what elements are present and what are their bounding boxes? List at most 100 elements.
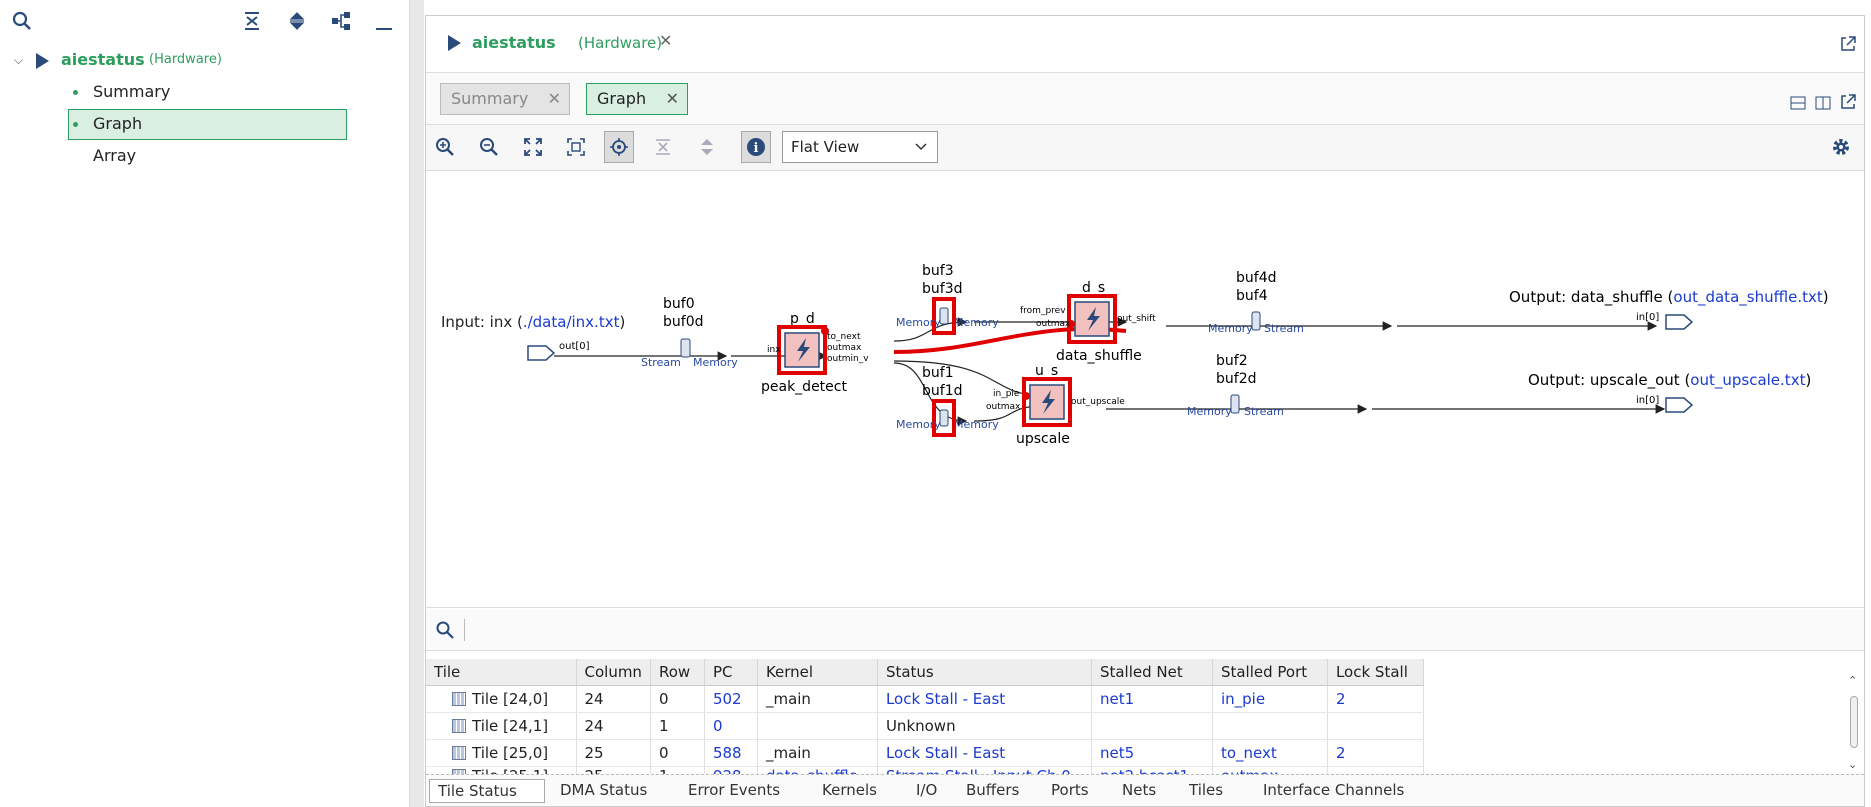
- split-vertical-icon[interactable]: [1815, 95, 1831, 114]
- link-cell[interactable]: net1: [1091, 685, 1213, 713]
- link-cell[interactable]: 502: [704, 685, 758, 713]
- kernel-peak-detect[interactable]: p_d peak_detect inx to_next outmax outmi…: [761, 311, 869, 395]
- tile-icon: [452, 745, 466, 760]
- buffer-buf0[interactable]: buf0 buf0d Stream Memory: [641, 296, 738, 369]
- close-icon[interactable]: ✕: [666, 84, 679, 114]
- tab-ports[interactable]: Ports: [1043, 779, 1097, 803]
- tab-tile-status[interactable]: Tile Status: [429, 779, 545, 803]
- fit-view-icon[interactable]: [518, 131, 548, 163]
- buffer-side-label: Memory: [1208, 322, 1253, 335]
- tab-interface-channels[interactable]: Interface Channels: [1255, 779, 1412, 803]
- zoom-in-icon[interactable]: [430, 131, 460, 163]
- maximize-icon[interactable]: [1840, 94, 1856, 114]
- table-header: Tile Column Row PC Kernel Status Stalled…: [426, 659, 1424, 686]
- view-select[interactable]: Flat View: [782, 131, 938, 163]
- tree-root[interactable]: ⌵ aiestatus (Hardware): [0, 44, 410, 76]
- buffer-label: buf0d: [663, 314, 703, 330]
- chevron-down-icon[interactable]: ⌵: [14, 44, 23, 76]
- buffer-label: buf2d: [1216, 371, 1256, 387]
- cell: _main: [757, 685, 878, 713]
- link-cell[interactable]: 2: [1327, 685, 1424, 713]
- output-port-icon[interactable]: [1665, 314, 1694, 330]
- tab-nets[interactable]: Nets: [1114, 779, 1164, 803]
- table-row[interactable]: Tile [25,0] 25 0 588 _main Lock Stall - …: [426, 739, 1424, 767]
- graph-toolbar: i Flat View: [426, 125, 1864, 171]
- collapse-all-icon[interactable]: [240, 9, 264, 33]
- view-tabs: Summary ✕ Graph ✕: [426, 73, 1864, 125]
- column-header[interactable]: Kernel: [757, 659, 878, 686]
- buffer-buf4[interactable]: buf4d buf4 Memory Stream: [1208, 270, 1304, 335]
- split-horizontal-icon[interactable]: [1790, 95, 1806, 114]
- column-header[interactable]: Status: [877, 659, 1092, 686]
- info-icon[interactable]: i: [741, 131, 771, 163]
- zoom-out-icon[interactable]: [474, 131, 504, 163]
- port-label: outmax: [986, 402, 1021, 412]
- collapse-icon[interactable]: [648, 131, 678, 163]
- output-port-icon[interactable]: [1665, 397, 1694, 413]
- project-toolbar: [0, 0, 410, 44]
- editor-header: aiestatus (Hardware) ✕: [426, 16, 1864, 73]
- tab-tiles[interactable]: Tiles: [1181, 779, 1231, 803]
- port-label: in_pie: [993, 389, 1020, 399]
- table-row[interactable]: Tile [24,0] 24 0 502 _main Lock Stall - …: [426, 685, 1424, 713]
- link-cell[interactable]: 588: [704, 739, 758, 767]
- column-header[interactable]: Stalled Port: [1212, 659, 1328, 686]
- hierarchy-icon[interactable]: [329, 9, 353, 33]
- buffer-buf3[interactable]: buf3 buf3d Memory Memory: [896, 263, 999, 335]
- tab-kernels[interactable]: Kernels: [814, 779, 885, 803]
- column-header[interactable]: Row: [650, 659, 705, 686]
- expand-icon[interactable]: [692, 131, 722, 163]
- tab-error-events[interactable]: Error Events: [680, 779, 788, 803]
- tab-io[interactable]: I/O: [908, 779, 945, 803]
- tree-item-summary[interactable]: Summary: [0, 76, 410, 108]
- link-cell[interactable]: Lock Stall - East: [877, 739, 1092, 767]
- output-link[interactable]: out_data_shuffle.txt: [1673, 288, 1822, 307]
- search-icon[interactable]: [436, 621, 454, 643]
- column-header[interactable]: Tile: [426, 659, 577, 686]
- tree-item-array[interactable]: Array: [0, 140, 410, 172]
- scrollbar-thumb[interactable]: [1850, 696, 1858, 748]
- scroll-up-icon[interactable]: ⌃: [1848, 674, 1857, 687]
- tree-item-label: Summary: [93, 82, 171, 101]
- settings-gear-icon[interactable]: [1826, 131, 1856, 163]
- tab-dma-status[interactable]: DMA Status: [552, 779, 655, 803]
- graph-canvas[interactable]: Input: inx (./data/inx.txt) out[0] Outpu…: [426, 171, 1864, 608]
- link-cell[interactable]: in_pie: [1212, 685, 1328, 713]
- link-cell[interactable]: 2: [1327, 739, 1424, 767]
- editor-badge: (Hardware): [578, 34, 663, 52]
- cell: 24: [576, 685, 651, 713]
- search-icon[interactable]: [10, 9, 34, 33]
- cell: [1327, 712, 1424, 740]
- root-badge: (Hardware): [149, 52, 222, 67]
- column-header[interactable]: Stalled Net: [1091, 659, 1213, 686]
- fit-selection-icon[interactable]: [561, 131, 591, 163]
- column-header[interactable]: PC: [704, 659, 758, 686]
- link-cell[interactable]: net5: [1091, 739, 1213, 767]
- link-cell[interactable]: to_next: [1212, 739, 1328, 767]
- tab-graph[interactable]: Graph ✕: [586, 83, 688, 115]
- panel-splitter[interactable]: [410, 0, 424, 807]
- auto-fit-icon[interactable]: [604, 131, 634, 163]
- table-row[interactable]: Tile [24,1] 24 1 0 Unknown: [426, 712, 1424, 740]
- input-link[interactable]: ./data/inx.txt: [523, 313, 620, 331]
- tree-item-graph[interactable]: Graph: [0, 108, 410, 140]
- kernel-data-shuffle[interactable]: d_s data_shuffle from_prev outmax out_sh…: [1020, 280, 1156, 364]
- link-cell[interactable]: 0: [704, 712, 758, 740]
- close-icon[interactable]: ✕: [659, 31, 672, 50]
- kernel-upscale[interactable]: u_s upscale in_pie outmax out_upscale: [986, 363, 1125, 447]
- output-link[interactable]: out_upscale.txt: [1690, 371, 1805, 390]
- column-header[interactable]: Column: [576, 659, 651, 686]
- tab-label: Summary: [451, 89, 529, 108]
- column-header[interactable]: Lock Stall: [1327, 659, 1424, 686]
- tab-summary[interactable]: Summary ✕: [440, 83, 570, 115]
- minimize-icon[interactable]: [372, 9, 396, 33]
- maximize-icon[interactable]: [1840, 36, 1856, 56]
- link-cell[interactable]: Lock Stall - East: [877, 685, 1092, 713]
- scroll-down-icon[interactable]: ⌄: [1848, 758, 1857, 771]
- expand-all-icon[interactable]: [285, 9, 309, 33]
- table-scrollbar[interactable]: ⌃ ⌄: [1846, 674, 1862, 774]
- input-port-icon[interactable]: [527, 345, 556, 361]
- tab-buffers[interactable]: Buffers: [958, 779, 1027, 803]
- close-icon[interactable]: ✕: [548, 84, 561, 114]
- buffer-buf2[interactable]: buf2 buf2d Memory Stream: [1187, 353, 1284, 418]
